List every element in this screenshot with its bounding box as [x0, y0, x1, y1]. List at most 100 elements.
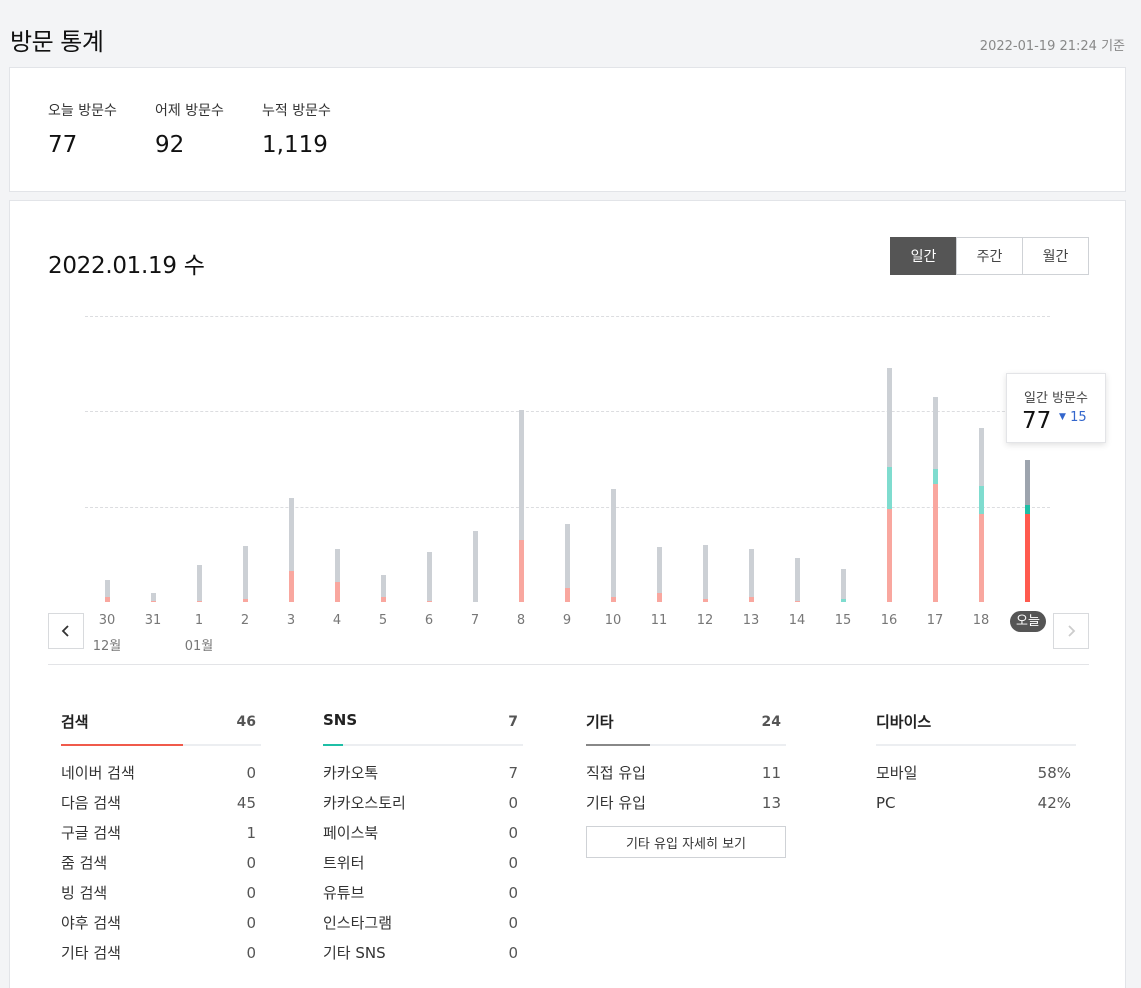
- chart-bar[interactable]: [610, 488, 616, 602]
- chart-x-tick-label: 17: [926, 613, 944, 628]
- chart-bar-search-segment: [886, 509, 892, 602]
- visit-chart: 30 31 1 2 3 4 5 6 7 8 9 10 11 12 13 14 15 16 17 18 오늘 12월 01월: [10, 201, 1127, 671]
- summary-card: 오늘 방문수 77 어제 방문수 92 누적 방문수 1,119: [9, 67, 1126, 192]
- sns-rows: 카카오톡 7 카카오스토리 0 페이스북 0 트위터 0 유튜브 0 인스타그램 0 기타 SNS 0: [323, 758, 523, 968]
- chart-bar[interactable]: [656, 547, 662, 602]
- sns-row: 인스타그램 0: [323, 908, 523, 938]
- device-row-value: 42%: [1037, 794, 1071, 812]
- other-accent-bar: [586, 744, 650, 746]
- chart-bar[interactable]: [932, 397, 938, 602]
- device-row-name: 모바일: [876, 764, 918, 782]
- chart-bar[interactable]: [288, 497, 294, 602]
- chart-bar-other-segment: [242, 546, 248, 600]
- sns-row-value: 0: [508, 824, 518, 842]
- chart-bar[interactable]: [564, 524, 570, 602]
- chart-bar[interactable]: [426, 552, 432, 602]
- other-header: 기타 24: [586, 711, 786, 746]
- chart-bar-search-segment: [104, 596, 110, 602]
- updated-timestamp: 2022-01-19 21:24 기준: [979, 39, 1125, 54]
- chart-x-tick-label: 7: [470, 613, 480, 628]
- chart-bar[interactable]: [518, 410, 524, 602]
- chart-bar-search-segment: [518, 539, 524, 602]
- chevron-left-icon: [61, 625, 69, 637]
- search-header: 검색 46: [61, 711, 261, 746]
- chart-bar-other-segment: [702, 544, 708, 600]
- search-row-name: 줌 검색: [61, 854, 108, 872]
- chart-bar-other-segment: [886, 368, 892, 468]
- sns-total: 7: [508, 714, 518, 730]
- chart-bar-sns-segment: [932, 468, 938, 484]
- chart-bar-search-segment: [564, 588, 570, 602]
- chart-prev-button[interactable]: [48, 613, 84, 649]
- chart-bar-search-segment: [334, 581, 340, 602]
- chart-bar[interactable]: [196, 565, 202, 602]
- chart-bar[interactable]: [150, 593, 156, 602]
- chart-bar-other-segment: [656, 547, 662, 594]
- tooltip-diff-value: 15: [1070, 410, 1087, 425]
- chart-bar-sns-segment: [978, 486, 984, 515]
- sns-title: SNS: [323, 711, 358, 729]
- chart-bar-other-segment: [978, 427, 984, 487]
- search-row-name: 기타 검색: [61, 944, 121, 962]
- chart-x-tick-label: 8: [516, 613, 526, 628]
- chart-bar-other-segment: [426, 552, 432, 601]
- chart-next-button[interactable]: [1053, 613, 1089, 649]
- other-total: 24: [761, 714, 781, 730]
- chart-x-tick-label: 6: [424, 613, 434, 628]
- chart-bar[interactable]: [472, 530, 478, 602]
- chart-bar-search-segment: [242, 599, 248, 602]
- chart-x-tick-label: 15: [834, 613, 852, 628]
- chart-bar-search-segment: [380, 596, 386, 602]
- other-row-name: 직접 유입: [586, 764, 646, 782]
- search-row-name: 구글 검색: [61, 824, 121, 842]
- chart-bar[interactable]: [380, 575, 386, 602]
- device-title: 디바이스: [876, 713, 932, 731]
- search-row: 줌 검색 0: [61, 848, 261, 878]
- sns-row-value: 7: [508, 764, 518, 782]
- chart-bar[interactable]: [840, 568, 846, 602]
- chart-gridline: [85, 506, 1050, 508]
- chart-month-label: 01월: [184, 639, 214, 654]
- chart-month-label: 12월: [92, 639, 122, 654]
- stat-today: 오늘 방문수 77: [48, 100, 117, 158]
- search-row-value: 0: [246, 944, 256, 962]
- chart-bar-other-segment: [150, 593, 156, 601]
- other-row: 직접 유입 11: [586, 758, 786, 788]
- chart-bar-sns-segment: [840, 599, 846, 602]
- chart-bar[interactable]: [104, 580, 110, 602]
- sns-row: 카카오스토리 0: [323, 788, 523, 818]
- chart-bar-other-segment: [472, 530, 478, 602]
- chart-bar-other-segment: [932, 397, 938, 469]
- chart-tooltip: 일간 방문수 77 ▼ 15: [1006, 373, 1106, 443]
- chart-bar[interactable]: [702, 544, 708, 602]
- chart-x-tick-label: 16: [880, 613, 898, 628]
- search-row-name: 네이버 검색: [61, 764, 135, 782]
- other-detail-button[interactable]: 기타 유입 자세히 보기: [586, 826, 786, 858]
- chart-bar-search-segment: [610, 596, 616, 602]
- chart-x-tick-label[interactable]: 오늘: [1010, 611, 1046, 632]
- page-title: 방문 통계: [10, 28, 104, 56]
- chart-bar[interactable]: [242, 546, 248, 602]
- chart-bar[interactable]: [748, 548, 754, 602]
- search-row-value: 45: [236, 794, 256, 812]
- chart-bar[interactable]: [978, 427, 984, 602]
- other-rows: 직접 유입 11 기타 유입 13: [586, 758, 786, 818]
- stat-total: 누적 방문수 1,119: [262, 100, 331, 158]
- sns-row: 기타 SNS 0: [323, 938, 523, 968]
- sns-row-value: 0: [508, 944, 518, 962]
- search-row: 구글 검색 1: [61, 818, 261, 848]
- chart-bar[interactable]: [886, 368, 892, 602]
- chart-bar-other-segment: [840, 568, 846, 600]
- chart-bar[interactable]: [334, 548, 340, 602]
- sns-row-name: 유튜브: [323, 884, 365, 902]
- device-row: PC 42%: [876, 788, 1076, 818]
- tooltip-diff: ▼ 15: [1059, 410, 1087, 425]
- chart-bar[interactable]: [1024, 459, 1030, 602]
- chart-x-tick-label: 5: [378, 613, 388, 628]
- chart-gridline: [85, 411, 1050, 413]
- chart-bar[interactable]: [794, 557, 800, 602]
- search-total: 46: [236, 714, 256, 730]
- search-row: 네이버 검색 0: [61, 758, 261, 788]
- chart-bar-search-segment: [702, 599, 708, 602]
- chart-x-tick-label: 14: [788, 613, 806, 628]
